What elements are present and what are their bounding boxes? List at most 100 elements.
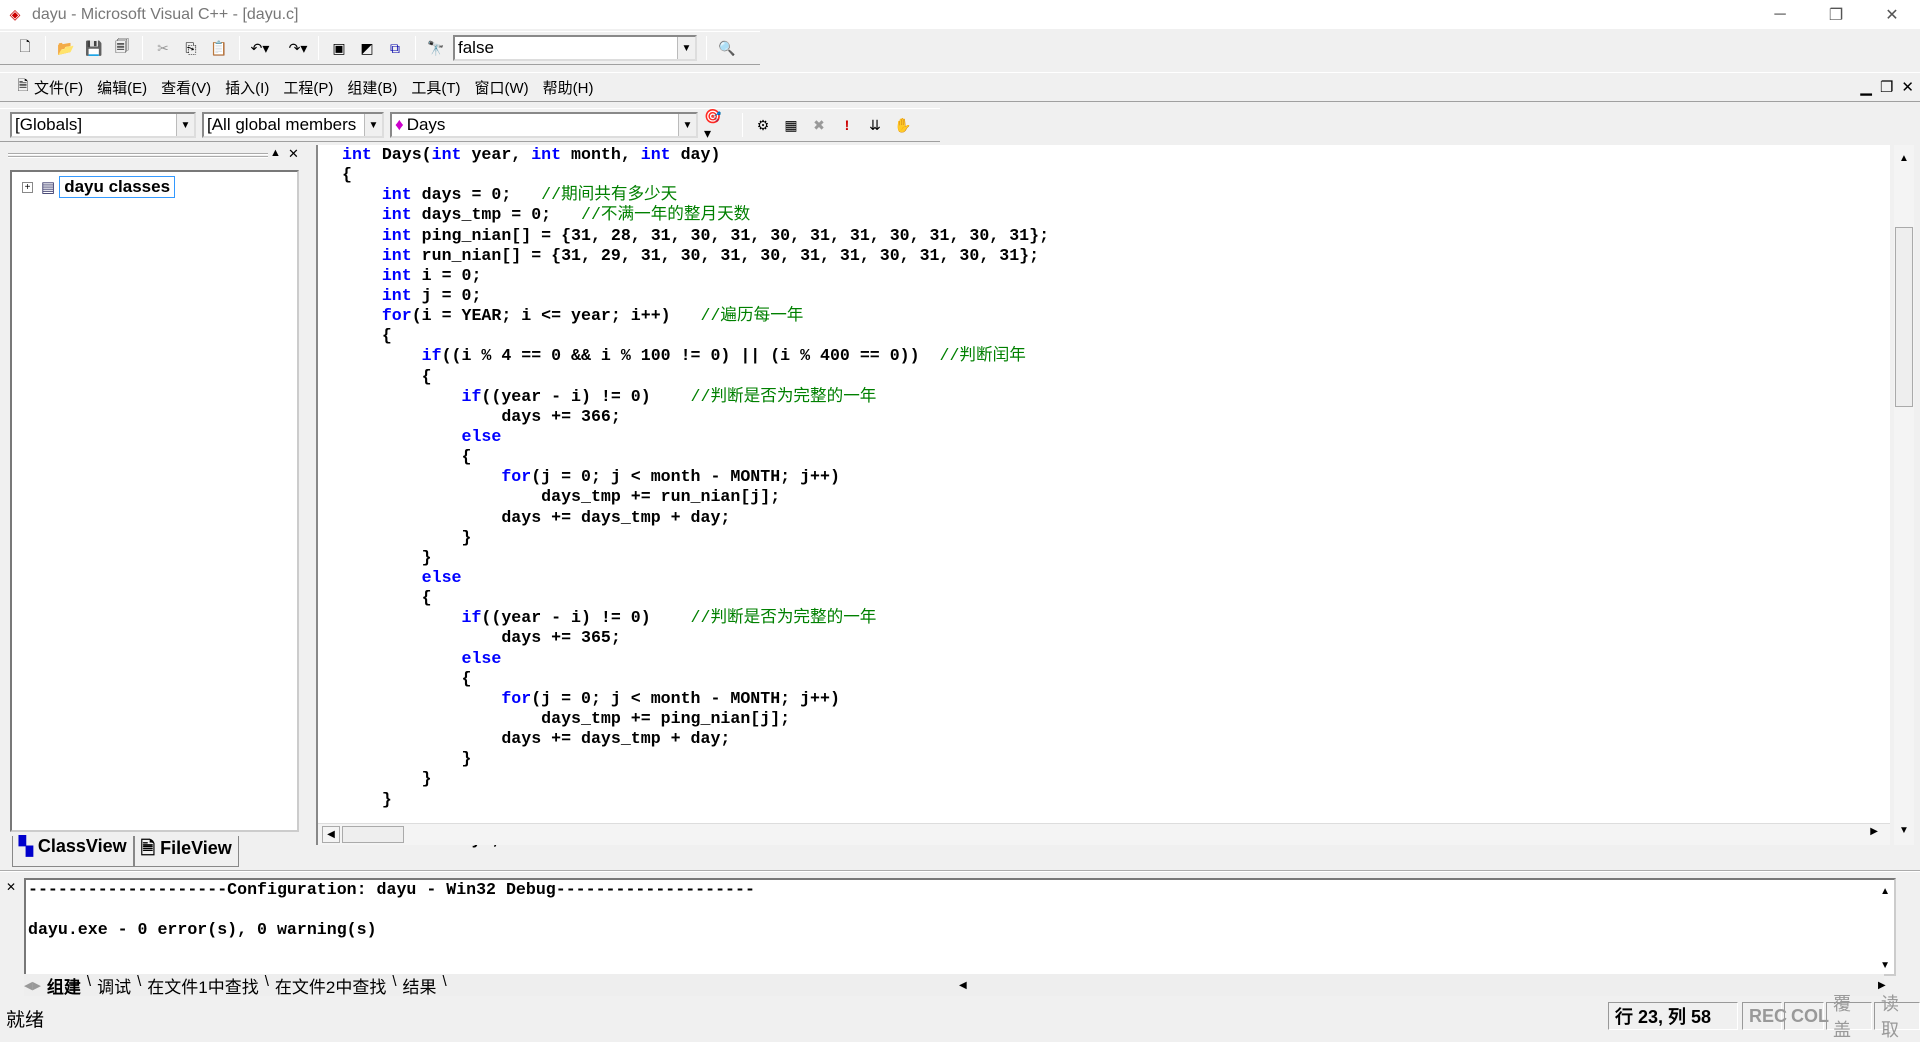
code-text: ((i % 4 == 0 && i % 100 != 0) || (i % 40… — [441, 346, 940, 366]
open-icon[interactable]: 📂 — [55, 37, 77, 59]
wizard-action-icon[interactable]: 🎯▾ — [704, 108, 726, 141]
classes-icon: ▤ — [41, 179, 56, 196]
find-icon[interactable]: 🔍 — [716, 37, 738, 59]
menu-item[interactable]: 插入(I) — [225, 77, 269, 98]
code-line: else — [342, 427, 1049, 447]
keyword: for — [381, 306, 412, 326]
tab-scroll-left-icon[interactable]: ◀▶ — [24, 979, 41, 992]
code-text: (j = 0; j < month - MONTH; j++) — [531, 688, 840, 708]
breakpoint-icon[interactable]: ✋ — [892, 114, 914, 136]
code-text: } — [342, 749, 472, 769]
save-all-icon[interactable]: 🗐 — [111, 37, 133, 59]
menu-item[interactable]: 窗口(W) — [474, 77, 528, 98]
execute-icon[interactable]: ! — [836, 114, 858, 136]
menu-item[interactable]: 编辑(E) — [97, 77, 147, 98]
expand-icon[interactable]: + — [22, 181, 33, 193]
tab-classview[interactable]: ▚ ClassView — [12, 836, 134, 867]
comment: //不满一年的整月天数 — [581, 205, 751, 225]
code-line: } — [342, 790, 1049, 810]
keyword: int — [531, 145, 562, 164]
workspace-tabs: ▚ ClassView 🗎 FileView — [12, 836, 239, 867]
code-editor[interactable]: int Days(int year, int month, int day){ … — [316, 145, 1890, 849]
chevron-down-icon[interactable]: ▼ — [176, 114, 194, 136]
code-text: days_tmp += ping_nian[j]; — [342, 708, 791, 728]
build-icon[interactable]: ▦ — [780, 114, 802, 136]
menu-item[interactable]: 帮助(H) — [543, 77, 594, 98]
output-tab[interactable]: 在文件1中查找 — [141, 973, 264, 998]
code-text: (j = 0; j < month - MONTH; j++) — [531, 467, 840, 487]
comment: //判断是否为完整的一年 — [690, 386, 877, 406]
restore-button[interactable]: ❐ — [1808, 5, 1864, 25]
workspace-icon[interactable]: ▣ — [328, 37, 350, 59]
member-combo[interactable]: ♦ Days ▼ — [390, 112, 698, 138]
stop-build-icon[interactable]: ✖ — [808, 114, 830, 136]
find-in-files-icon[interactable]: 🔭 — [425, 37, 447, 59]
menu-item[interactable]: 组建(B) — [347, 77, 397, 98]
minimize-button[interactable]: ─ — [1752, 6, 1808, 24]
comment: //判断闰年 — [939, 346, 1026, 366]
scope-combo[interactable]: [Globals] ▼ — [10, 112, 196, 138]
menu-item[interactable]: 查看(V) — [161, 77, 211, 98]
menu-item[interactable]: 工程(P) — [283, 77, 333, 98]
copy-icon[interactable]: ⎘ — [180, 37, 202, 59]
keyword: if — [461, 608, 482, 628]
output-tab[interactable]: 组建 — [41, 973, 87, 998]
output-pane: --------------------Configuration: dayu … — [24, 878, 1896, 976]
undo-icon[interactable]: ↶▾ — [249, 37, 271, 59]
tab-divider: \ — [442, 972, 447, 990]
code-text: days += days_tmp + day; — [342, 729, 731, 749]
code-line: int Days(int year, int month, int day) — [342, 145, 1049, 165]
scroll-thumb[interactable] — [342, 826, 404, 843]
mdi-close-button[interactable]: ✕ — [1901, 78, 1914, 96]
save-icon[interactable]: 💾 — [83, 37, 105, 59]
output-tab[interactable]: 结果 — [397, 973, 443, 998]
paste-icon[interactable]: 📋 — [208, 37, 230, 59]
close-pane-icon[interactable]: ✕ — [288, 146, 299, 162]
tree-item-root[interactable]: + ▤ dayu classes — [22, 176, 176, 198]
chevron-down-icon[interactable]: ▼ — [677, 37, 695, 59]
horizontal-scrollbar[interactable]: ◀ ▶ — [318, 823, 1890, 845]
keyword: int — [431, 145, 462, 164]
output-icon[interactable]: ◩ — [356, 37, 378, 59]
go-icon[interactable]: ⇊ — [864, 114, 886, 136]
code-text: ping_nian[] = {31, 28, 31, 30, 31, 30, 3… — [411, 225, 1050, 245]
scroll-down-icon[interactable]: ▼ — [1899, 825, 1909, 836]
scroll-thumb[interactable] — [1895, 227, 1913, 407]
tab-fileview[interactable]: 🗎 FileView — [133, 836, 239, 867]
code-line: { — [342, 669, 1049, 689]
vertical-scrollbar[interactable]: ▲ ▼ — [1894, 145, 1914, 845]
code-text: } — [342, 547, 432, 567]
scroll-left-icon[interactable]: ◀ — [322, 826, 340, 843]
window-list-icon[interactable]: ⧉ — [384, 37, 406, 59]
menu-item[interactable]: 工具(T) — [411, 77, 460, 98]
compile-icon[interactable]: ⚙ — [752, 114, 774, 136]
find-value: false — [458, 38, 494, 57]
maximize-pane-icon[interactable]: ▲ — [270, 147, 281, 159]
filter-combo[interactable]: [All global members ▼ — [202, 112, 384, 138]
chevron-down-icon[interactable]: ▼ — [364, 114, 382, 136]
output-tab[interactable]: 调试 — [91, 973, 137, 998]
chevron-down-icon[interactable]: ▼ — [678, 114, 696, 136]
new-file-icon[interactable]: 🗋 — [14, 37, 36, 59]
mdi-restore-button[interactable]: ❐ — [1880, 78, 1893, 96]
mdi-minimize-button[interactable]: ▁ — [1860, 78, 1872, 96]
output-tab[interactable]: 在文件2中查找 — [269, 973, 392, 998]
readonly-indicator: 读取 — [1874, 994, 1920, 1040]
cut-icon[interactable]: ✂ — [152, 37, 174, 59]
window-title: dayu - Microsoft Visual C++ - [dayu.c] — [32, 5, 299, 23]
scroll-left-icon[interactable]: ◀ — [959, 980, 967, 991]
scroll-down-icon[interactable]: ▼ — [1880, 960, 1890, 971]
source-code[interactable]: int Days(int year, int month, int day){ … — [342, 145, 1049, 850]
close-button[interactable]: ✕ — [1864, 5, 1920, 25]
close-output-icon[interactable]: ✕ — [6, 880, 16, 894]
scroll-right-icon[interactable]: ▶ — [1870, 826, 1878, 837]
code-line: } — [342, 769, 1049, 789]
scroll-up-icon[interactable]: ▲ — [1880, 886, 1890, 897]
find-combo[interactable]: false ▼ — [453, 35, 697, 61]
redo-icon[interactable]: ↷▾ — [287, 37, 309, 59]
menu-item[interactable]: 文件(F) — [34, 77, 83, 98]
scope-value: [Globals] — [15, 115, 83, 134]
scroll-right-icon[interactable]: ▶ — [1878, 980, 1886, 991]
scroll-up-icon[interactable]: ▲ — [1899, 153, 1909, 164]
